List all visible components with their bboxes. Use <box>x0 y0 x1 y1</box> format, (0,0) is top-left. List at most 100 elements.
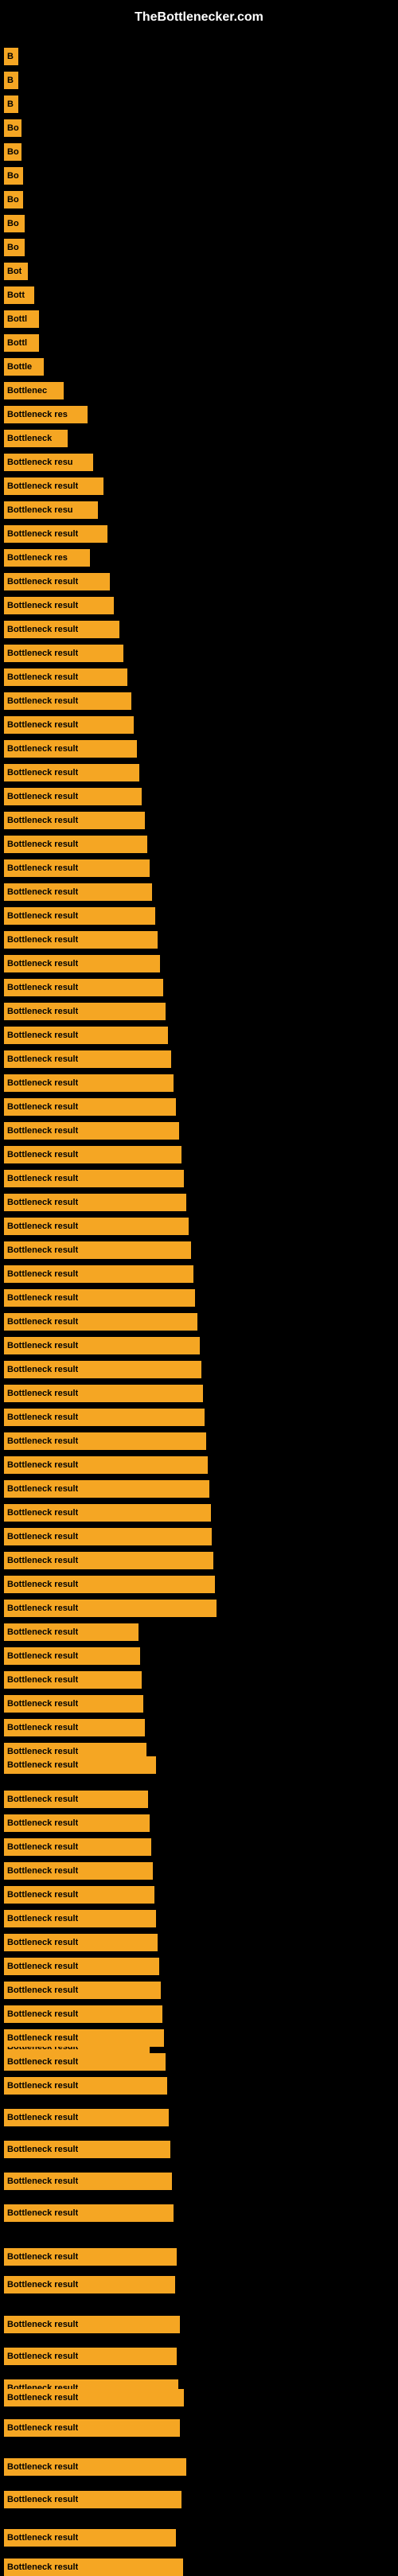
bar: B <box>4 95 18 113</box>
bar-label: Bottleneck result <box>4 1723 78 1732</box>
bar-row: Bottle <box>4 358 44 376</box>
bar-row: Bottleneck result <box>4 907 155 925</box>
bar: Bo <box>4 119 21 137</box>
bar-label: Bottleneck result <box>4 1413 78 1422</box>
bar-row: Bottleneck result <box>4 1814 150 1832</box>
bar-label: Bottleneck result <box>4 2033 78 2043</box>
bar-row: Bottleneck res <box>4 549 90 567</box>
bar: Bottleneck result <box>4 1241 191 1259</box>
bar-row: Bottleneck result <box>4 1098 176 1116</box>
bar: Bottleneck result <box>4 1647 140 1665</box>
bar-row: Bottleneck result <box>4 1385 203 1402</box>
bar-row: Bottleneck result <box>4 1695 143 1713</box>
bar-label: Bottleneck result <box>4 1222 78 1231</box>
bar: Bottleneck result <box>4 812 145 829</box>
bar: Bottleneck result <box>4 716 134 734</box>
bar: Bo <box>4 167 23 185</box>
bar-label: Bottleneck result <box>4 1604 78 1613</box>
bar-label: Bottleneck result <box>4 1126 78 1136</box>
bar-label: Bottleneck result <box>4 935 78 945</box>
bar: Bottleneck result <box>4 1671 142 1689</box>
bar-label: Bottleneck result <box>4 887 78 897</box>
bar-row: Bottleneck result <box>4 1480 209 1498</box>
bar: Bottleneck result <box>4 1600 217 1617</box>
bar-row: Bottleneck result <box>4 2053 166 2071</box>
bar: Bottleneck result <box>4 573 110 590</box>
bar: Bottleneck result <box>4 1862 153 1880</box>
bar: Bottleneck result <box>4 1098 176 1116</box>
bar: B <box>4 48 18 65</box>
bar: Bottleneck result <box>4 2248 177 2266</box>
bar-row: Bottleneck result <box>4 621 119 638</box>
bar-row: Bottleneck result <box>4 2389 184 2406</box>
bar-label: Bottleneck result <box>4 1795 78 1804</box>
bar: Bottleneck res <box>4 549 90 567</box>
bar-label: Bottleneck result <box>4 2113 78 2122</box>
bar: Bottleneck result <box>4 740 137 758</box>
bar-label: Bottleneck result <box>4 768 78 777</box>
bar: Bottleneck result <box>4 764 139 781</box>
bar-row: Bottleneck result <box>4 1050 171 1068</box>
bar: Bottleneck result <box>4 1623 139 1641</box>
bar-row: Bottleneck result <box>4 1265 193 1283</box>
bar: Bottleneck result <box>4 883 152 901</box>
bar-row: Bo <box>4 167 23 185</box>
bar-label: Bottleneck result <box>4 1651 78 1661</box>
bar-row: Bottleneck result <box>4 2348 177 2365</box>
bar-row: Bottleneck result <box>4 2248 177 2266</box>
bar-row: Bottleneck result <box>4 1409 205 1426</box>
bar: Bottleneck result <box>4 1456 208 1474</box>
bar-row: Bottleneck result <box>4 1910 156 1927</box>
bar-row: B <box>4 95 18 113</box>
bar-label: Bottl <box>4 338 27 348</box>
bar-label: Bottleneck result <box>4 601 78 610</box>
bar-row: Bottleneck result <box>4 1528 212 1545</box>
bar-label: Bottleneck result <box>4 1436 78 1446</box>
bar-row: Bottleneck result <box>4 668 127 686</box>
bar-row: B <box>4 72 18 89</box>
bar-label: Bottleneck result <box>4 1627 78 1637</box>
bar-label: Bottleneck result <box>4 2562 78 2572</box>
bar-row: Bottleneck result <box>4 525 107 543</box>
bar: Bottleneck result <box>4 1814 150 1832</box>
bar: Bottleneck result <box>4 1122 179 1140</box>
bar-label: Bottleneck result <box>4 1842 78 1852</box>
bar-label: Bo <box>4 123 19 133</box>
bar: Bottleneck result <box>4 955 160 972</box>
bar: Bottleneck result <box>4 2529 176 2547</box>
bar-row: Bot <box>4 263 28 280</box>
bar: Bottleneck result <box>4 2173 172 2190</box>
bar: Bottleneck result <box>4 2316 180 2333</box>
bar-row: Bo <box>4 119 21 137</box>
bar-label: Bottleneck result <box>4 1269 78 1279</box>
bar: Bottleneck result <box>4 668 127 686</box>
bar-row: Bottleneck result <box>4 2558 183 2576</box>
bar-row: Bottleneck result <box>4 1194 186 1211</box>
bar-label: Bottleneck result <box>4 529 78 539</box>
bar: Bottleneck result <box>4 1313 197 1331</box>
bar-row: Bottleneck result <box>4 931 158 949</box>
bar-row: Bottleneck result <box>4 812 145 829</box>
bar-row: Bottleneck result <box>4 1432 206 1450</box>
bar: Bottleneck result <box>4 1552 213 1569</box>
bar: B <box>4 72 18 89</box>
bar-row: Bottleneck result <box>4 2276 175 2293</box>
bar: Bottleneck result <box>4 2029 164 2047</box>
bar-label: Bottleneck resu <box>4 505 73 515</box>
bar-label: B <box>4 99 14 109</box>
bar-label: Bottleneck result <box>4 1699 78 1709</box>
bar: Bottleneck result <box>4 1480 209 1498</box>
bar-label: Bottleneck result <box>4 840 78 849</box>
bar-label: Bottleneck result <box>4 1866 78 1876</box>
bar-label: Bottleneck result <box>4 1078 78 1088</box>
bar-label: Bottleneck result <box>4 1198 78 1207</box>
bar-row: Bottleneck result <box>4 2458 186 2476</box>
bar-label: Bottleneck result <box>4 2280 78 2290</box>
bar-row: Bottleneck result <box>4 1027 168 1044</box>
bar-row: Bo <box>4 143 21 161</box>
bar-label: Bottleneck result <box>4 481 78 491</box>
bar-label: Bottleneck result <box>4 2462 78 2472</box>
bar-label: Bottleneck result <box>4 1914 78 1923</box>
bar-label: Bottlenec <box>4 386 47 396</box>
bar-label: Bottleneck result <box>4 2177 78 2186</box>
